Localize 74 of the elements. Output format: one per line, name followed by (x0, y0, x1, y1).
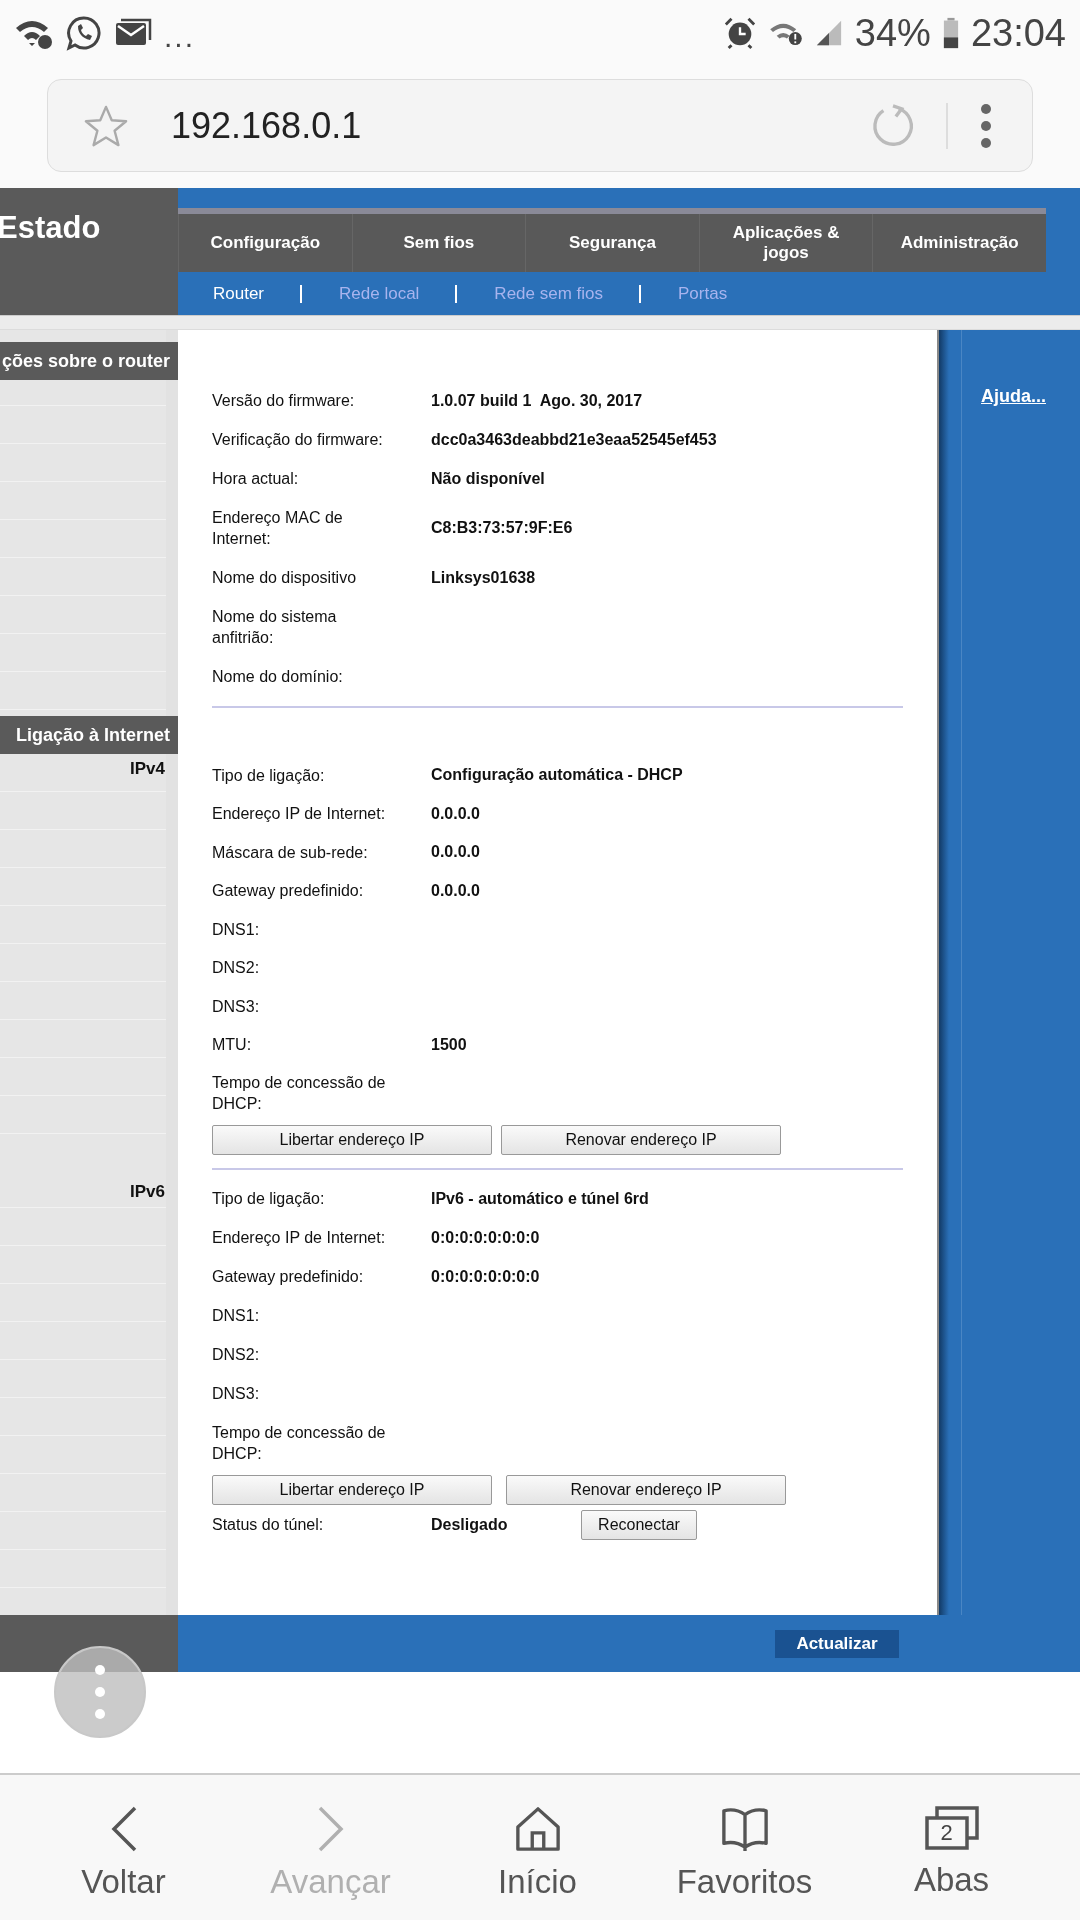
main-tab[interactable]: Configuração (178, 214, 352, 272)
field-label: DNS2: (212, 958, 261, 979)
update-button[interactable]: Actualizar (775, 1629, 899, 1658)
sub-tab[interactable]: Router (213, 283, 265, 304)
field-label: Endereço MAC de Internet: (212, 508, 344, 549)
field-label: DNS2: (212, 1345, 261, 1365)
field-label: Gateway predefinido: (212, 881, 365, 902)
alarm-clock-icon (722, 15, 757, 50)
field-value: 0.0.0.0 (431, 804, 480, 823)
field-label: Hora actual: (212, 469, 300, 489)
field-label: Verificação do firmware: (212, 430, 384, 450)
windows-icon (923, 1805, 980, 1851)
form-button[interactable]: Libertar endereço IP (212, 1475, 492, 1505)
chat-bubble-icon (66, 14, 102, 51)
field-value: 0.0.0.0 (431, 843, 480, 862)
main-tab[interactable]: Administração (872, 214, 1046, 272)
field-value: dcc0a3463deabbd21e3eaa52545ef453 (431, 430, 717, 449)
nav-button[interactable]: 2 Abas (848, 1775, 1055, 1920)
tab-count: 2 (939, 1819, 954, 1847)
url-text: 192.168.0.1 (171, 104, 363, 147)
field-value: Configuração automática - DHCP (431, 766, 683, 785)
field-value: 0:0:0:0:0:0:0:0 (431, 1228, 540, 1247)
field-value: 0:0:0:0:0:0:0:0 (431, 1267, 540, 1286)
reconnect-button[interactable]: Reconectar (581, 1509, 697, 1540)
field-label: Nome do sistema anfitrião: (212, 607, 338, 648)
field-label: DNS1: (212, 919, 261, 940)
field-value: Linksys01638 (431, 568, 536, 587)
form-button[interactable]: Renovar endereço IP (501, 1125, 781, 1156)
battery-icon (942, 15, 959, 50)
field-label: Versão do firmware: (212, 391, 356, 411)
field-label: Tipo de ligação: (212, 1189, 326, 1209)
field-label: Endereço IP de Internet: (212, 804, 387, 825)
sidebar-heading: ções sobre o router (0, 342, 178, 380)
field-value: IPv6 - automático e túnel 6rd (431, 1189, 649, 1208)
clock-time: 23:04 (970, 13, 1066, 52)
field-label: Tipo de ligação: (212, 765, 326, 786)
field-label: Status do túnel: (212, 1515, 325, 1535)
field-label: Tempo de concessão de DHCP: (212, 1423, 387, 1464)
field-label: Nome do dispositivo (212, 568, 358, 588)
field-label: DNS3: (212, 1384, 261, 1404)
form-button[interactable]: Libertar endereço IP (212, 1125, 492, 1156)
more-notifications: ... (164, 21, 195, 52)
field-value: 1500 (431, 1035, 467, 1054)
form-button[interactable]: Renovar endereço IP (506, 1475, 786, 1505)
address-bar[interactable]: 192.168.0.1 (47, 79, 1033, 172)
field-value: 1.0.07 build 1 Ago. 30, 2017 (431, 391, 643, 410)
field-value: 0.0.0.0 (431, 881, 480, 900)
field-value: Desligado (431, 1515, 509, 1534)
field-label: DNS3: (212, 996, 261, 1017)
main-tab[interactable]: Segurança (525, 214, 699, 272)
sidebar-label: IPv6 (130, 1182, 165, 1202)
battery-percent: 34% (854, 13, 931, 52)
nav-button[interactable]: Início (434, 1775, 641, 1920)
menu-icon[interactable] (980, 102, 992, 149)
field-label: Nome do domínio: (212, 667, 344, 687)
main-tab[interactable]: Aplicações & jogos (698, 214, 873, 272)
sidebar-label: IPv4 (130, 759, 165, 779)
field-label: DNS1: (212, 1306, 261, 1326)
field-label: Tempo de concessão de DHCP: (212, 1073, 387, 1115)
main-tab[interactable]: Sem fios (351, 214, 526, 272)
field-label: Endereço IP de Internet: (212, 1228, 387, 1248)
field-label: Gateway predefinido: (212, 1267, 365, 1287)
nav-button[interactable]: Voltar (20, 1775, 227, 1920)
field-label: MTU: (212, 1035, 253, 1056)
sidebar-heading: Ligação à Internet (0, 716, 178, 754)
star-icon[interactable] (83, 103, 129, 148)
book-icon (720, 1805, 769, 1853)
home-icon (514, 1805, 561, 1853)
field-label: Máscara de sub-rede: (212, 842, 369, 863)
nav-button[interactable]: Favoritos (641, 1775, 848, 1920)
field-value: C8:B3:73:57:9F:E6 (431, 519, 573, 537)
kebab-icon (95, 1665, 105, 1719)
field-value: Não disponível (431, 469, 545, 488)
help-link[interactable]: Ajuda... (981, 386, 1046, 406)
